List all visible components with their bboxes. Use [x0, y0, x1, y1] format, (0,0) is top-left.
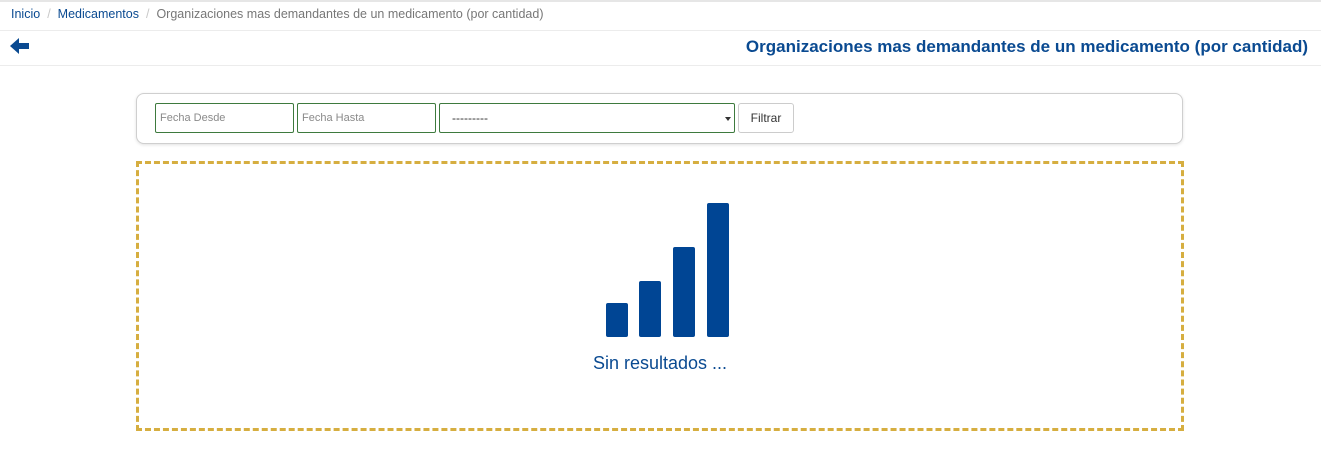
filter-button[interactable]: Filtrar	[738, 103, 794, 133]
fecha-hasta-input[interactable]	[297, 103, 436, 133]
page-header: Organizaciones mas demandantes de un med…	[0, 31, 1321, 66]
breadcrumb-separator: /	[47, 7, 51, 21]
no-results-message: Sin resultados ...	[592, 353, 728, 373]
bar-chart-icon	[603, 201, 729, 337]
breadcrumb-link-medicamentos[interactable]: Medicamentos	[58, 7, 139, 21]
medicamento-select[interactable]: ---------	[439, 103, 735, 133]
fecha-desde-input[interactable]	[155, 103, 294, 133]
breadcrumb: Inicio / Medicamentos / Organizaciones mas d…	[0, 2, 1321, 31]
medicamento-select-value: ---------	[452, 111, 488, 125]
arrow-left-icon[interactable]	[10, 38, 32, 54]
filter-panel: --------- Filtrar	[136, 93, 1183, 144]
breadcrumb-separator: /	[145, 7, 150, 21]
page-title: Organizaciones mas demandantes de un med…	[745, 37, 1308, 56]
caret-down-icon	[725, 117, 731, 121]
results-panel: Sin resultados ...	[136, 161, 1184, 431]
breadcrumb-link-inicio[interactable]: Inicio	[11, 7, 40, 21]
breadcrumb-current: Organizaciones mas demandantes de un med…	[156, 7, 544, 21]
